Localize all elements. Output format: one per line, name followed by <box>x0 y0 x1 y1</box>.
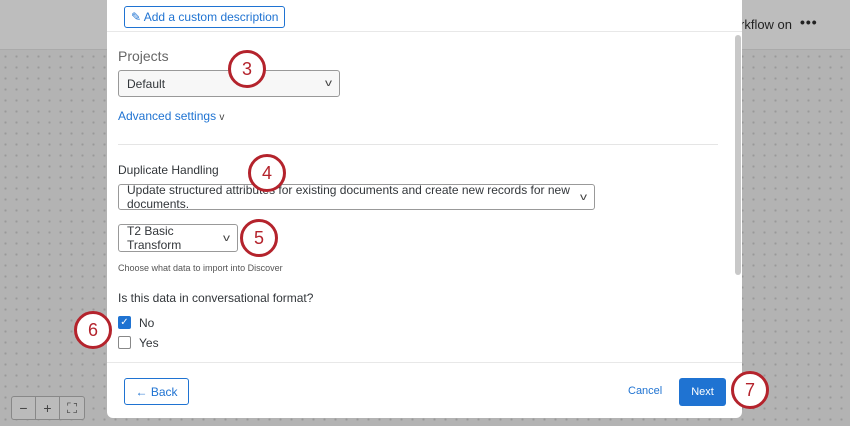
import-modal: ✎ Add a custom description Projects Defa… <box>107 0 742 418</box>
chevron-down-icon: v <box>223 232 230 244</box>
edit-icon: ✎ <box>131 10 142 24</box>
option-no-label: No <box>139 316 155 330</box>
back-button[interactable]: ← Back <box>124 378 189 405</box>
zoom-out-button[interactable]: − <box>12 397 36 419</box>
advanced-settings-link[interactable]: Advanced settings v <box>118 109 224 123</box>
modal-footer: ← Back Cancel Next <box>107 362 742 418</box>
conversational-question: Is this data in conversational format? <box>118 291 314 305</box>
cancel-button[interactable]: Cancel <box>628 385 662 397</box>
workflow-toggle-label: rkflow on <box>740 17 793 32</box>
duplicate-handling-label: Duplicate Handling <box>118 163 219 177</box>
fit-screen-button[interactable]: ⛶ <box>60 397 84 419</box>
chevron-down-icon: v <box>219 112 225 123</box>
callout-4: 4 <box>248 154 286 192</box>
callout-3: 3 <box>228 50 266 88</box>
callout-5: 5 <box>240 219 278 257</box>
chevron-down-icon: v <box>325 78 332 89</box>
add-custom-description-button[interactable]: ✎ Add a custom description <box>124 6 286 28</box>
scrollbar[interactable] <box>735 35 741 275</box>
zoom-in-button[interactable]: + <box>36 397 60 419</box>
chevron-down-icon: v <box>580 191 587 203</box>
divider <box>118 144 718 145</box>
projects-label: Projects <box>118 48 169 64</box>
checkbox-no[interactable]: ✓ <box>118 316 131 329</box>
duplicate-handling-select[interactable]: Update structured attributes for existin… <box>118 183 595 211</box>
more-options-icon[interactable]: ••• <box>800 14 818 30</box>
next-button[interactable]: Next <box>679 378 726 406</box>
callout-7: 7 <box>731 371 769 409</box>
arrow-left-icon: ← <box>135 384 148 399</box>
transform-help-text: Choose what data to import into Discover <box>118 263 283 273</box>
checkbox-yes[interactable] <box>118 336 131 349</box>
callout-6: 6 <box>74 311 112 349</box>
option-yes-label: Yes <box>139 336 159 350</box>
modal-body: Projects Default v Advanced settings v Du… <box>107 33 742 362</box>
modal-header: ✎ Add a custom description <box>107 0 742 32</box>
transform-select[interactable]: T2 Basic Transform v <box>118 224 238 252</box>
zoom-controls: − + ⛶ <box>11 396 85 420</box>
